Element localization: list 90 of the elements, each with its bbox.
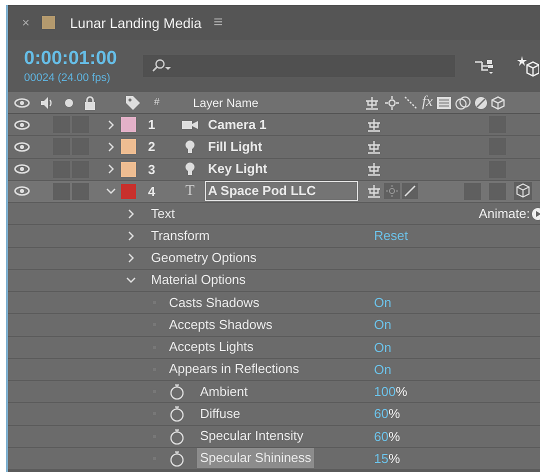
star-cube-icon[interactable]	[517, 55, 539, 77]
property-group-name[interactable]: Material Options	[148, 270, 249, 290]
property-value[interactable]: 100%	[374, 384, 408, 400]
eye-icon[interactable]	[14, 120, 30, 130]
stopwatch-icon[interactable]	[169, 428, 185, 445]
composition-icon	[42, 16, 55, 29]
search-field[interactable]	[143, 55, 455, 77]
label-swatch[interactable]	[121, 117, 136, 132]
lightbulb-icon	[185, 140, 195, 154]
stopwatch-icon[interactable]	[169, 405, 185, 422]
layer-number: 2	[148, 139, 156, 154]
layer-name: Fill Light	[207, 138, 264, 156]
layer-name-column-header[interactable]: Layer Name	[193, 96, 364, 110]
lightbulb-icon	[185, 162, 195, 176]
chevron-icon[interactable]	[106, 164, 116, 174]
property-value[interactable]: On	[374, 340, 392, 355]
chevron-icon[interactable]	[106, 120, 116, 130]
effects-label: fx	[422, 94, 433, 111]
panel-tab[interactable]: Lunar Landing Media	[70, 14, 202, 30]
property-name: Accepts Shadows	[168, 316, 274, 334]
eye-icon	[14, 98, 30, 108]
chevron-icon[interactable]	[126, 230, 136, 241]
layer-name: Key Light	[207, 160, 268, 178]
animate-button[interactable]: Animate:	[478, 206, 540, 222]
property-name: Casts Shadows	[168, 294, 260, 312]
switch-toggle[interactable]	[489, 182, 506, 200]
switch-toggle[interactable]	[72, 182, 89, 200]
property-value[interactable]: 15%	[374, 450, 400, 466]
label-swatch[interactable]	[121, 162, 136, 177]
property-name: Specular Shininess	[197, 448, 314, 468]
property-group-name[interactable]: Text	[148, 204, 178, 224]
reset-link[interactable]: Reset	[374, 228, 408, 244]
eye-icon[interactable]	[14, 186, 30, 196]
circles-icon	[454, 96, 471, 110]
frame-info: 00024 (24.00 fps)	[24, 72, 112, 84]
solo-icon	[64, 98, 74, 108]
chevron-icon[interactable]	[106, 186, 116, 196]
property-name: Ambient	[199, 382, 249, 401]
label-swatch[interactable]	[121, 139, 136, 154]
stopwatch-icon[interactable]	[169, 450, 185, 467]
timecode[interactable]: 0:00:01:00	[24, 48, 143, 70]
cube-icon	[490, 96, 505, 110]
property-name: Specular Intensity	[199, 427, 304, 446]
shy-switch-icon[interactable]	[366, 138, 382, 155]
property-value[interactable]: 60%	[374, 428, 400, 444]
layer-number: 3	[148, 162, 156, 177]
search-icon	[151, 59, 173, 73]
flowchart-icon[interactable]	[474, 57, 496, 75]
chevron-icon[interactable]	[106, 142, 116, 152]
switch-toggle[interactable]	[464, 182, 481, 200]
chevron-icon[interactable]	[126, 253, 136, 264]
switch-toggle[interactable]	[53, 182, 70, 200]
shy-switch-icon[interactable]	[366, 161, 382, 178]
shy-switch-icon[interactable]	[366, 183, 382, 200]
number-column-header[interactable]: #	[154, 97, 184, 108]
speaker-icon	[40, 96, 54, 110]
property-value[interactable]: On	[374, 362, 392, 377]
camera-icon	[182, 120, 198, 130]
shy-switch-icon[interactable]	[366, 116, 382, 133]
shy-icon	[364, 94, 380, 110]
chevron-icon[interactable]	[126, 208, 136, 219]
layer-number: 1	[148, 117, 156, 132]
property-name: Accepts Lights	[168, 338, 255, 356]
dashed-slash-icon	[404, 96, 418, 110]
slash-switch-icon[interactable]	[402, 183, 418, 200]
property-group-name[interactable]: Geometry Options	[148, 248, 260, 268]
chevron-icon[interactable]	[126, 275, 136, 286]
layer-name-field[interactable]: A Space Pod LLC	[205, 181, 358, 202]
property-value[interactable]: On	[374, 317, 392, 332]
property-group-name[interactable]: Transform	[148, 226, 213, 246]
eye-icon[interactable]	[14, 164, 30, 174]
property-value[interactable]: On	[374, 295, 392, 310]
stopwatch-icon[interactable]	[169, 383, 185, 400]
menu-button[interactable]: ≡	[214, 14, 223, 32]
label-swatch[interactable]	[121, 184, 136, 199]
property-name: Appears in Reflections	[168, 360, 300, 378]
property-name: Diffuse	[199, 404, 242, 423]
text-layer-icon: T	[185, 182, 195, 200]
close-button[interactable]: ×	[22, 15, 42, 30]
sun-icon	[384, 94, 400, 110]
property-value[interactable]: 60%	[374, 406, 400, 422]
tag-icon	[125, 94, 141, 110]
cube-icon[interactable]	[514, 182, 532, 200]
eye-icon[interactable]	[14, 142, 30, 152]
layer-number: 4	[148, 184, 156, 199]
layer-name: Camera 1	[207, 116, 268, 134]
quality-switch-icon[interactable]	[384, 183, 400, 200]
half-circle-icon	[474, 96, 487, 108]
film-icon	[436, 96, 451, 108]
lock-icon	[84, 96, 96, 110]
